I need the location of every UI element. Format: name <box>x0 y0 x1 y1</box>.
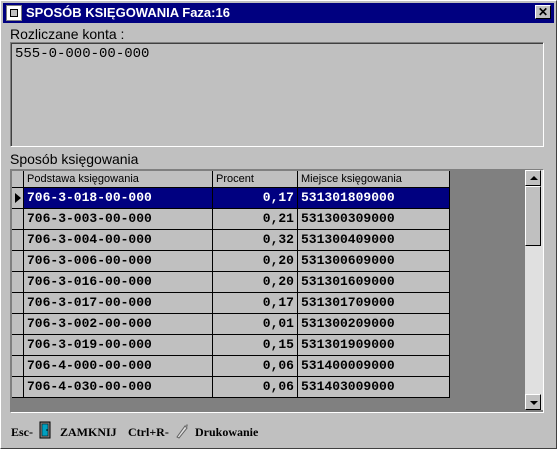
row-indicator[interactable] <box>12 356 24 377</box>
column-header-basis[interactable]: Podstawa księgowania <box>24 171 213 188</box>
booking-grid[interactable]: Podstawa księgowania Procent Miejsce ksi… <box>10 169 544 413</box>
cell-place[interactable]: 531300409000 <box>298 230 450 251</box>
scroll-up-button[interactable] <box>525 170 541 186</box>
cell-basis[interactable]: 706-3-019-00-000 <box>24 335 213 356</box>
row-indicator[interactable] <box>12 230 24 251</box>
cell-percent[interactable]: 0,06 <box>213 356 298 377</box>
row-indicator[interactable] <box>12 293 24 314</box>
cell-percent[interactable]: 0,32 <box>213 230 298 251</box>
arrow-up-icon <box>530 176 538 180</box>
cell-basis[interactable]: 706-3-006-00-000 <box>24 251 213 272</box>
cell-basis[interactable]: 706-3-018-00-000 <box>24 188 213 209</box>
row-indicator[interactable] <box>12 377 24 398</box>
accounts-value: 555-0-000-00-000 <box>15 46 150 62</box>
row-indicator[interactable] <box>12 209 24 230</box>
title-bar[interactable]: SPOSÓB KSIĘGOWANIA Faza:16 ✕ <box>3 3 554 23</box>
column-header-percent[interactable]: Procent <box>213 171 298 188</box>
column-header-place[interactable]: Miejsce księgowania <box>298 171 450 188</box>
door-exit-icon[interactable] <box>39 421 51 439</box>
arrow-down-icon <box>530 401 538 405</box>
print-shortcut-key: Ctrl+R- <box>128 425 169 439</box>
accounts-label: Rozliczane konta : <box>10 26 125 42</box>
close-shortcut-key: Esc- <box>11 425 33 439</box>
cell-place[interactable]: 531301809000 <box>298 188 450 209</box>
cell-percent[interactable]: 0,20 <box>213 251 298 272</box>
cell-percent[interactable]: 0,17 <box>213 188 298 209</box>
row-indicator[interactable] <box>12 251 24 272</box>
close-shortcut-button[interactable]: ZAMKNIJ <box>60 425 117 440</box>
row-indicator[interactable] <box>12 314 24 335</box>
cell-place[interactable]: 531301609000 <box>298 272 450 293</box>
cell-place[interactable]: 531300609000 <box>298 251 450 272</box>
cell-place[interactable]: 531300209000 <box>298 314 450 335</box>
cell-place[interactable]: 531301909000 <box>298 335 450 356</box>
cell-percent[interactable]: 0,20 <box>213 272 298 293</box>
cell-percent[interactable]: 0,17 <box>213 293 298 314</box>
print-pen-icon[interactable] <box>175 423 189 439</box>
cell-basis[interactable]: 706-4-030-00-000 <box>24 377 213 398</box>
cell-percent[interactable]: 0,21 <box>213 209 298 230</box>
cell-basis[interactable]: 706-3-002-00-000 <box>24 314 213 335</box>
cell-percent[interactable]: 0,06 <box>213 377 298 398</box>
cell-basis[interactable]: 706-3-017-00-000 <box>24 293 213 314</box>
cell-place[interactable]: 531400009000 <box>298 356 450 377</box>
scroll-down-button[interactable] <box>525 394 541 410</box>
cell-place[interactable]: 531300309000 <box>298 209 450 230</box>
dialog-window: SPOSÓB KSIĘGOWANIA Faza:16 ✕ Rozliczane … <box>0 0 557 449</box>
cell-percent[interactable]: 0,01 <box>213 314 298 335</box>
cell-basis[interactable]: 706-3-016-00-000 <box>24 272 213 293</box>
scroll-thumb[interactable] <box>525 186 541 246</box>
grid-label: Sposób księgowania <box>10 151 139 167</box>
row-indicator[interactable] <box>12 188 24 209</box>
row-indicator[interactable] <box>12 272 24 293</box>
cell-basis[interactable]: 706-3-004-00-000 <box>24 230 213 251</box>
close-button[interactable]: ✕ <box>535 5 551 19</box>
grid-body: Podstawa księgowania Procent Miejsce ksi… <box>11 170 523 410</box>
cell-basis[interactable]: 706-4-000-00-000 <box>24 356 213 377</box>
cell-basis[interactable]: 706-3-003-00-000 <box>24 209 213 230</box>
window-title: SPOSÓB KSIĘGOWANIA Faza:16 <box>26 5 230 20</box>
accounts-field[interactable]: 555-0-000-00-000 <box>10 42 544 147</box>
cell-percent[interactable]: 0,15 <box>213 335 298 356</box>
cell-place[interactable]: 531301709000 <box>298 293 450 314</box>
cell-place[interactable]: 531403009000 <box>298 377 450 398</box>
current-row-icon <box>15 193 21 203</box>
app-icon[interactable] <box>6 5 22 21</box>
vertical-scrollbar[interactable] <box>525 170 543 410</box>
row-indicator-header <box>12 171 24 188</box>
print-shortcut-button[interactable]: Drukowanie <box>195 425 258 440</box>
row-indicator[interactable] <box>12 335 24 356</box>
